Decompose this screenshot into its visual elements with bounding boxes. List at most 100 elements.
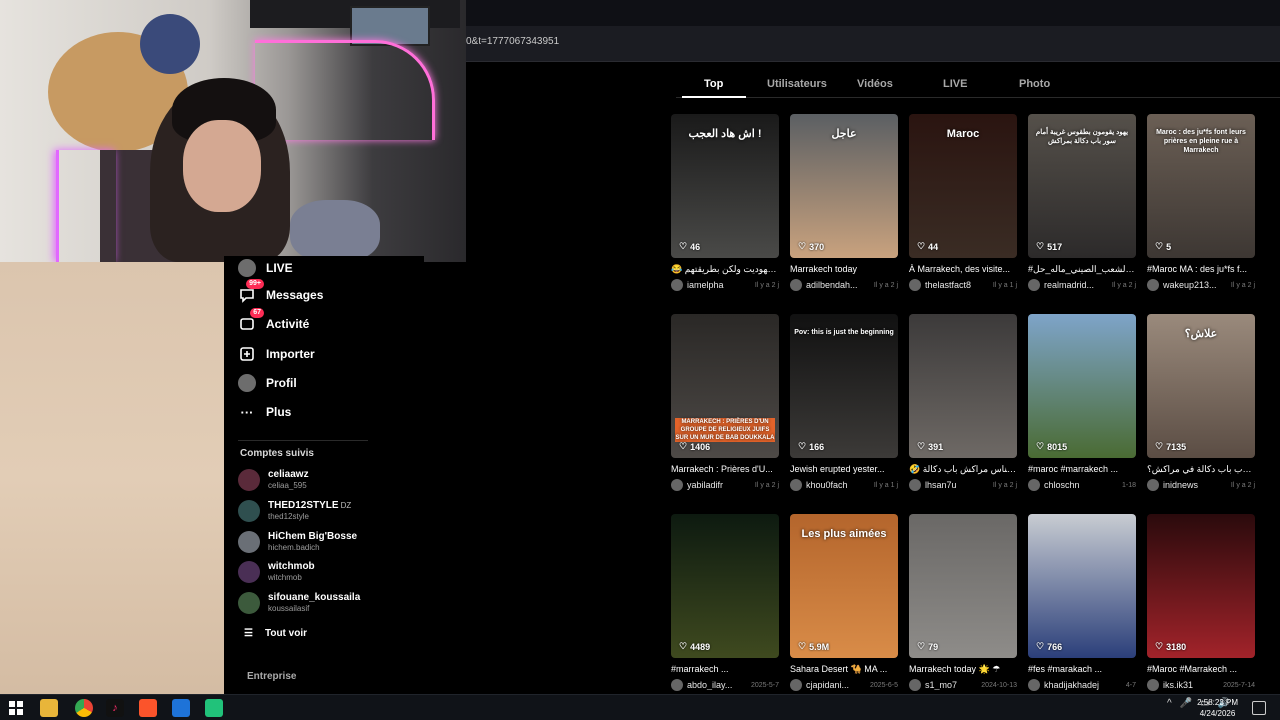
- avatar[interactable]: [671, 479, 683, 491]
- nav-item-messages[interactable]: 99+ Messages: [238, 279, 323, 307]
- avatar[interactable]: [1147, 279, 1159, 291]
- video-card[interactable]: ♡ 766 #fes #marakach ... khadijakhadej 4-7: [1028, 514, 1136, 692]
- video-caption[interactable]: #Maroc #Marrakech ...: [1147, 663, 1255, 675]
- video-thumbnail[interactable]: MARRAKECH : PRIÈRES D'UN GROUPE DE RELIG…: [671, 314, 779, 458]
- microphone-icon[interactable]: 🎤: [1180, 698, 1192, 709]
- video-thumbnail[interactable]: ♡ 766: [1028, 514, 1136, 658]
- video-card[interactable]: ♡ 3180 #Maroc #Marrakech ... iks.ik31 2025-7…: [1147, 514, 1255, 692]
- taskbar-clock[interactable]: 2:58:23 PM 4/24/2026: [1197, 697, 1238, 719]
- video-author[interactable]: inidnews: [1163, 480, 1198, 490]
- video-thumbnail[interactable]: Maroc : des ju*fs font leurs prières en …: [1147, 114, 1255, 258]
- chrome-icon[interactable]: [75, 699, 93, 717]
- followed-account[interactable]: sifouane_koussaila koussailasif: [238, 589, 360, 617]
- video-thumbnail[interactable]: اش هاد العجب ! ♡ 46: [671, 114, 779, 258]
- followed-account[interactable]: celiaawz celiaa_595: [238, 466, 309, 494]
- nav-item-upload[interactable]: Importer: [238, 342, 315, 366]
- video-card[interactable]: علاش؟ ♡7135 يهود قرب باب دكالة في مراكش؟ in…: [1147, 314, 1255, 492]
- video-author[interactable]: khou0fach: [806, 480, 848, 490]
- video-caption[interactable]: #marrakech ...: [671, 663, 779, 675]
- avatar[interactable]: [1147, 479, 1159, 491]
- video-thumbnail[interactable]: يهود يقومون بطقوس غريبة أمام سور باب دكا…: [1028, 114, 1136, 258]
- avatar[interactable]: [1147, 679, 1159, 691]
- edge-icon[interactable]: [172, 699, 190, 717]
- avatar[interactable]: [1028, 479, 1040, 491]
- video-card[interactable]: Les plus aimées ♡ 5.9M Sahara Desert 🐪 MA .…: [790, 514, 898, 692]
- see-all-button[interactable]: ☰ Tout voir: [244, 628, 307, 639]
- video-caption[interactable]: 🤣 حجة لناس مراكش باب دكالة: [909, 463, 1017, 475]
- video-card[interactable]: MARRAKECH : PRIÈRES D'UN GROUPE DE RELIG…: [671, 314, 779, 492]
- video-caption[interactable]: 😂 سن أيهوديت ولكن بطريقتهم: [671, 263, 779, 275]
- start-icon[interactable]: [7, 699, 25, 717]
- avatar[interactable]: [790, 679, 802, 691]
- video-thumbnail[interactable]: Pov: this is just the beginning ♡ 166: [790, 314, 898, 458]
- video-author[interactable]: iks.ik31: [1163, 680, 1193, 690]
- video-thumbnail[interactable]: Maroc ♡ 44: [909, 114, 1017, 258]
- nav-item-activity[interactable]: 67 Activité: [238, 308, 309, 336]
- nav-item-profile[interactable]: Profil: [238, 371, 297, 395]
- video-caption[interactable]: #Maroc MA : des ju*fs f...: [1147, 263, 1255, 275]
- video-caption[interactable]: #الشعب_الصيني_ماله_حل 😂😂: [1028, 263, 1136, 275]
- video-author[interactable]: wakeup213...: [1163, 280, 1217, 290]
- video-thumbnail[interactable]: علاش؟ ♡ 7135: [1147, 314, 1255, 458]
- avatar[interactable]: [909, 279, 921, 291]
- nav-item-more[interactable]: ··· Plus: [238, 400, 292, 424]
- tab-videos[interactable]: Vidéos: [857, 78, 893, 90]
- avatar[interactable]: [909, 479, 921, 491]
- avatar[interactable]: [671, 279, 683, 291]
- video-caption[interactable]: Marrakech : Prières d'U...: [671, 463, 779, 475]
- video-author[interactable]: s1_mo7: [925, 680, 957, 690]
- video-author[interactable]: iamelpha: [687, 280, 724, 290]
- browser-tab-strip[interactable]: [466, 0, 1280, 26]
- brave-icon[interactable]: [139, 699, 157, 717]
- video-caption[interactable]: Marrakech today: [790, 263, 898, 275]
- tiktok-icon[interactable]: ♪: [106, 699, 124, 717]
- video-card[interactable]: ♡ 4489 #marrakech ... abdo_ilay... 2025-5-7: [671, 514, 779, 692]
- video-author[interactable]: adilbendah...: [806, 280, 858, 290]
- tab-users[interactable]: Utilisateurs: [767, 78, 827, 90]
- avatar[interactable]: [790, 479, 802, 491]
- video-thumbnail[interactable]: ♡ 8015: [1028, 314, 1136, 458]
- avatar[interactable]: [909, 679, 921, 691]
- video-thumbnail[interactable]: ♡ 3180: [1147, 514, 1255, 658]
- followed-account[interactable]: witchmob witchmob: [238, 558, 315, 586]
- nav-item-live[interactable]: LIVE: [238, 256, 293, 280]
- video-author[interactable]: realmadrid...: [1044, 280, 1094, 290]
- followed-account[interactable]: HiChem Big'Bosse hichem.badich: [238, 528, 357, 556]
- tab-top[interactable]: Top: [704, 78, 723, 90]
- video-caption[interactable]: Jewish erupted yester...: [790, 463, 898, 475]
- video-card[interactable]: ♡ 8015 #maroc #marrakech ... chloschn 1-18: [1028, 314, 1136, 492]
- followed-account[interactable]: THED12STYLE DZ thed12style: [238, 497, 351, 525]
- video-card[interactable]: اش هاد العجب ! ♡ 46 😂 سن أيهوديت ولكن بطريق…: [671, 114, 779, 292]
- video-caption[interactable]: Sahara Desert 🐪 MA ...: [790, 663, 898, 675]
- chevron-up-icon[interactable]: ^: [1167, 698, 1172, 709]
- video-caption[interactable]: À Marrakech, des visite...: [909, 263, 1017, 275]
- video-card[interactable]: عاجل ♡ 370 Marrakech today adilbendah... Il y…: [790, 114, 898, 292]
- video-author[interactable]: lhsan7u: [925, 480, 957, 490]
- video-thumbnail[interactable]: ♡ 4489: [671, 514, 779, 658]
- video-card[interactable]: يهود يقومون بطقوس غريبة أمام سور باب دكا…: [1028, 114, 1136, 292]
- video-card[interactable]: Maroc : des ju*fs font leurs prières en …: [1147, 114, 1255, 292]
- business-link[interactable]: Entreprise: [247, 671, 296, 682]
- video-thumbnail[interactable]: Les plus aimées ♡ 5.9M: [790, 514, 898, 658]
- video-author[interactable]: thelastfact8: [925, 280, 971, 290]
- tab-live[interactable]: LIVE: [943, 78, 967, 90]
- video-author[interactable]: abdo_ilay...: [687, 680, 732, 690]
- video-author[interactable]: chloschn: [1044, 480, 1080, 490]
- video-caption[interactable]: يهود قرب باب دكالة في مراكش؟: [1147, 463, 1255, 475]
- video-author[interactable]: cjapidani...: [806, 680, 849, 690]
- video-thumbnail[interactable]: عاجل ♡ 370: [790, 114, 898, 258]
- avatar[interactable]: [1028, 679, 1040, 691]
- video-card[interactable]: ♡391 🤣 حجة لناس مراكش باب دكالة lhsan7u Il …: [909, 314, 1017, 492]
- avatar[interactable]: [671, 679, 683, 691]
- address-bar[interactable]: 0&t=1777067343951: [466, 36, 559, 47]
- video-caption[interactable]: #maroc #marrakech ...: [1028, 463, 1136, 475]
- video-card[interactable]: Maroc ♡ 44 À Marrakech, des visite... thelas…: [909, 114, 1017, 292]
- video-caption[interactable]: Marrakech today 🌟 ☂: [909, 663, 1017, 675]
- file-explorer-icon[interactable]: [40, 699, 58, 717]
- video-thumbnail[interactable]: ♡ 79: [909, 514, 1017, 658]
- avatar[interactable]: [790, 279, 802, 291]
- video-card[interactable]: Pov: this is just the beginning ♡ 166 Jewis…: [790, 314, 898, 492]
- app-icon[interactable]: [205, 699, 223, 717]
- video-card[interactable]: ♡ 79 Marrakech today 🌟 ☂ s1_mo7 2024-10-13: [909, 514, 1017, 692]
- notification-icon[interactable]: [1252, 701, 1266, 715]
